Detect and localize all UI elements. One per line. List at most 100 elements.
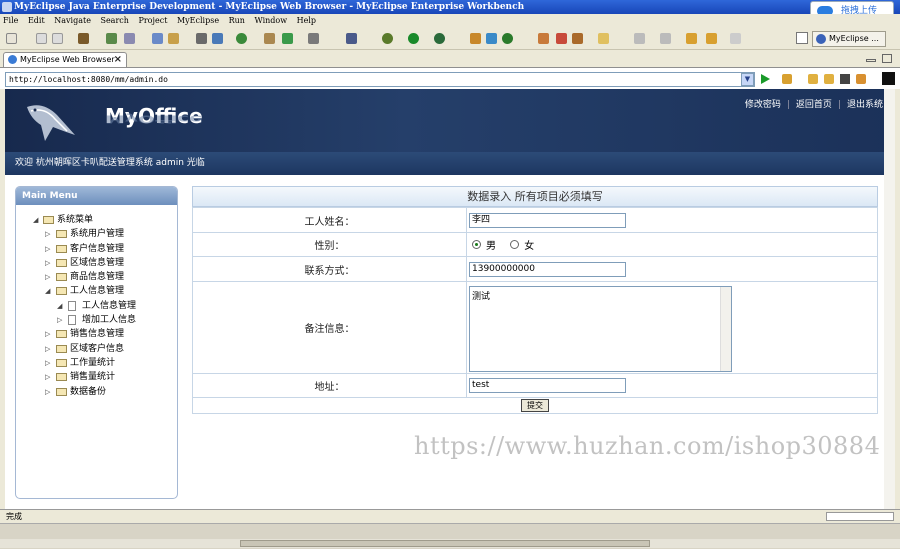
tab-web-browser[interactable]: MyEclipse Web Browser × — [3, 52, 127, 67]
sidebar-item[interactable]: ▷ 数据备份 — [16, 385, 177, 399]
table-icon[interactable] — [212, 33, 223, 44]
open-perspective-icon[interactable] — [796, 32, 808, 44]
new-java-icon[interactable] — [502, 33, 513, 44]
window-title-bar[interactable]: MyEclipse Java Enterprise Development - … — [0, 0, 900, 14]
edit-icon[interactable] — [168, 33, 179, 44]
window-icon[interactable] — [308, 33, 319, 44]
globe-icon[interactable] — [236, 33, 247, 44]
expand-arrow-icon[interactable]: ▷ — [45, 256, 50, 270]
forward-icon[interactable] — [824, 74, 834, 84]
perspective-switcher[interactable]: MyEclipse ... — [812, 31, 886, 47]
next-annotation-icon[interactable] — [634, 33, 645, 44]
grid-icon[interactable] — [196, 33, 207, 44]
remark-textarea[interactable]: 测试 — [469, 285, 732, 372]
back-nav-icon[interactable] — [686, 33, 697, 44]
refresh-icon[interactable] — [282, 33, 293, 44]
page-vertical-scrollbar[interactable] — [884, 89, 895, 509]
expand-arrow-icon[interactable]: ◢ — [33, 213, 38, 227]
external-tools-icon[interactable] — [434, 33, 445, 44]
expand-arrow-icon[interactable]: ▷ — [45, 227, 50, 241]
folder-icon — [56, 387, 67, 396]
expand-arrow-icon[interactable]: ▷ — [45, 356, 50, 370]
gender-female-radio[interactable] — [510, 240, 520, 249]
expand-arrow-icon[interactable]: ▷ — [45, 342, 50, 356]
gender-male-radio[interactable] — [472, 240, 481, 249]
watermark-text: https://www.huzhan.com/ishop30884 — [414, 432, 881, 460]
sidebar-item[interactable]: ◢ 工人信息管理 — [16, 299, 177, 313]
menu-file[interactable]: File — [3, 16, 18, 25]
collapse-arrow-icon[interactable]: ◢ — [45, 284, 50, 298]
phone-input[interactable]: 13900000000 — [469, 261, 626, 277]
search-tool-icon[interactable] — [556, 33, 567, 44]
url-input[interactable]: http://localhost:8080/mm/admin.do — [5, 72, 755, 87]
debug-icon[interactable] — [382, 33, 393, 44]
collapse-arrow-icon[interactable]: ◢ — [57, 299, 62, 313]
back-icon[interactable] — [808, 74, 818, 84]
task-icon[interactable] — [572, 33, 583, 44]
link-logout[interactable]: 退出系统 — [847, 100, 883, 110]
worker-name-input[interactable]: 李四 — [469, 212, 626, 228]
prev-annotation-icon[interactable] — [660, 33, 671, 44]
data-entry-form: 数据录入 所有项目必须填写 工人姓名： 李四 性别： 男 女 联系方式： 139… — [192, 186, 878, 434]
horizontal-scrollbar[interactable] — [0, 539, 900, 548]
url-dropdown-icon[interactable]: ▼ — [741, 73, 754, 86]
menu-window[interactable]: Window — [254, 16, 287, 25]
expand-arrow-icon[interactable]: ▷ — [45, 242, 50, 256]
deploy-icon[interactable] — [106, 33, 117, 44]
refresh-page-icon[interactable] — [856, 74, 866, 84]
monitor-icon[interactable] — [346, 33, 357, 44]
open-type-icon[interactable] — [538, 33, 549, 44]
sidebar-item[interactable]: ▷ 系统用户管理 — [16, 227, 177, 241]
submit-button[interactable]: 提交 — [521, 399, 549, 412]
menu-edit[interactable]: Edit — [28, 16, 45, 25]
server-icon[interactable] — [78, 33, 89, 44]
link-separator: | — [786, 100, 790, 110]
link-home[interactable]: 返回首页 — [796, 100, 832, 110]
expand-arrow-icon[interactable]: ▷ — [45, 327, 50, 341]
maximize-icon[interactable] — [882, 54, 892, 63]
new-package-icon[interactable] — [486, 33, 497, 44]
menu-navigate[interactable]: Navigate — [54, 16, 91, 25]
expand-arrow-icon[interactable]: ▷ — [45, 370, 50, 384]
stop-icon[interactable] — [840, 74, 850, 84]
sidebar-item[interactable]: ▷ 商品信息管理 — [16, 270, 177, 284]
tree-root[interactable]: ◢ 系统菜单 — [16, 213, 177, 227]
project-icon[interactable] — [124, 33, 135, 44]
expand-arrow-icon[interactable]: ▷ — [57, 313, 62, 327]
address-input[interactable]: test — [469, 378, 626, 393]
upload-float-button[interactable]: 拖拽上传 — [810, 1, 894, 14]
horizontal-scroll-thumb[interactable] — [240, 540, 650, 547]
new-icon[interactable] — [6, 33, 17, 44]
view-source-icon[interactable] — [882, 72, 895, 85]
expand-arrow-icon[interactable]: ▷ — [45, 270, 50, 284]
folder-icon[interactable] — [264, 33, 275, 44]
wizard-icon[interactable] — [152, 33, 163, 44]
annotation-icon[interactable] — [598, 33, 609, 44]
sidebar-item[interactable]: ▷ 区域客户信息 — [16, 342, 177, 356]
run-icon[interactable] — [408, 33, 419, 44]
sidebar-item[interactable]: ◢ 工人信息管理 — [16, 284, 177, 298]
menu-run[interactable]: Run — [229, 16, 245, 25]
forward-nav-icon[interactable] — [706, 33, 717, 44]
go-icon[interactable] — [761, 74, 770, 84]
menu-help[interactable]: Help — [297, 16, 316, 25]
new-class-icon[interactable] — [470, 33, 481, 44]
menu-project[interactable]: Project — [138, 16, 167, 25]
minimize-icon[interactable] — [866, 59, 876, 62]
textarea-scrollbar[interactable] — [720, 286, 731, 371]
browser-settings-icon[interactable] — [782, 74, 792, 84]
save-icon[interactable] — [36, 33, 47, 44]
menu-search[interactable]: Search — [100, 16, 128, 25]
sidebar-item[interactable]: ▷ 销售信息管理 — [16, 327, 177, 341]
menu-myeclipse[interactable]: MyEclipse — [177, 16, 219, 25]
sidebar-item[interactable]: ▷ 增加工人信息 — [16, 313, 177, 327]
print-icon[interactable] — [52, 33, 63, 44]
last-edit-icon[interactable] — [730, 33, 741, 44]
tab-close-icon[interactable]: × — [114, 53, 122, 66]
sidebar-item[interactable]: ▷ 客户信息管理 — [16, 242, 177, 256]
sidebar-item[interactable]: ▷ 区域信息管理 — [16, 256, 177, 270]
link-change-password[interactable]: 修改密码 — [745, 100, 781, 110]
expand-arrow-icon[interactable]: ▷ — [45, 385, 50, 399]
sidebar-item[interactable]: ▷ 工作量统计 — [16, 356, 177, 370]
sidebar-item[interactable]: ▷ 销售量统计 — [16, 370, 177, 384]
